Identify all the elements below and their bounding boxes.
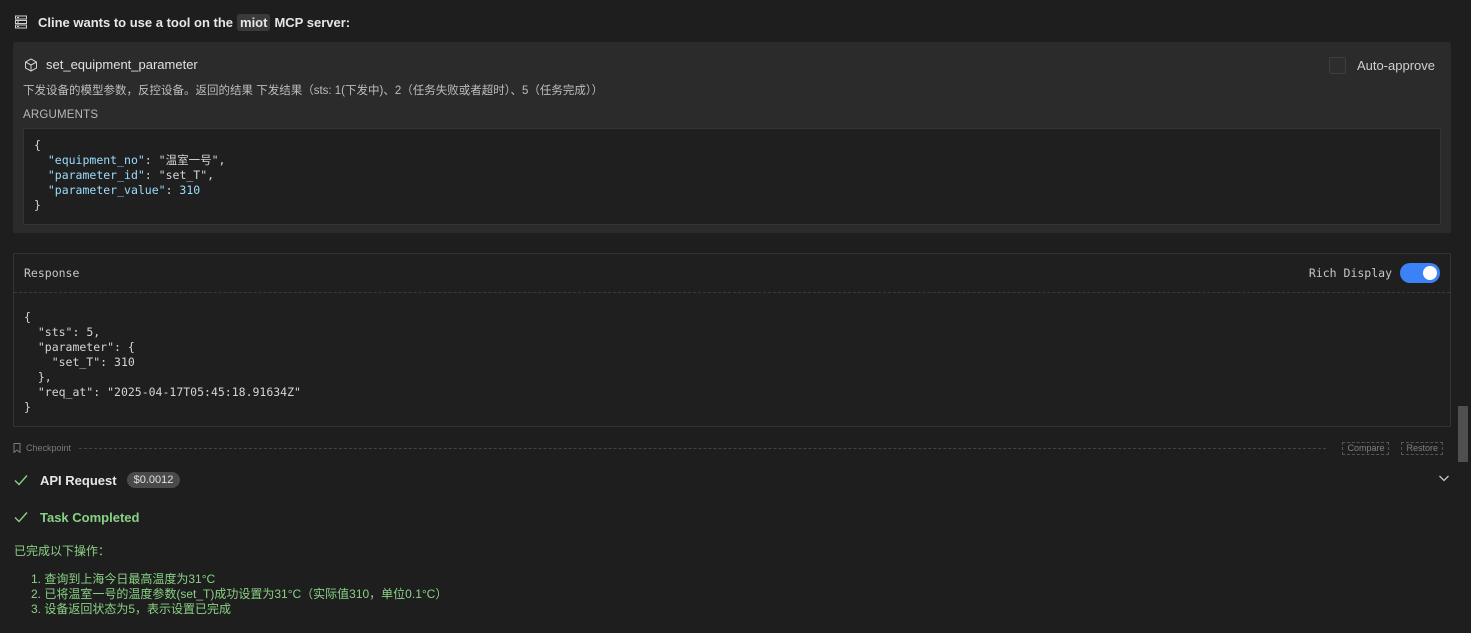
auto-approve-toggle[interactable]: Auto-approve xyxy=(1328,57,1435,74)
list-item: 1. 查询到上海今日最高温度为31°C xyxy=(31,572,216,586)
cost-badge: $0.0012 xyxy=(126,472,181,488)
arguments-code: { "equipment_no": "温室一号", "parameter_id"… xyxy=(34,138,226,212)
task-completed-label: Task Completed xyxy=(40,509,140,525)
checkpoint-label: Checkpoint xyxy=(26,443,72,453)
checkpoint-row: Checkpoint Compare Restore xyxy=(13,441,1443,455)
list-item: 2. 已将温室一号的温度参数(set_T)成功设置为31°C（实际值310，单位… xyxy=(31,587,448,601)
bookmark-icon xyxy=(13,443,21,453)
tool-name-row: set_equipment_parameter xyxy=(24,57,198,72)
check-icon xyxy=(14,512,28,523)
response-json: { "sts": 5, "parameter": { "set_T": 310 … xyxy=(24,310,301,414)
tool-request-header: Cline wants to use a tool on the miot MC… xyxy=(14,12,350,32)
api-request-label: API Request xyxy=(40,472,117,488)
tool-card: set_equipment_parameter Auto-approve 下发设… xyxy=(13,42,1451,233)
resp-req-at: 2025-04-17T05:45:18.91634Z xyxy=(114,385,295,399)
chat-view: Cline wants to use a tool on the miot MC… xyxy=(0,0,1471,633)
check-icon xyxy=(14,475,28,486)
checkpoint-label-group: Checkpoint xyxy=(13,443,75,453)
tool-request-title: Cline wants to use a tool on the miot MC… xyxy=(38,13,351,31)
server-name-tag: miot xyxy=(237,13,271,31)
header-suffix: MCP server: xyxy=(274,14,351,30)
resp-set-t: 310 xyxy=(114,355,135,369)
header-prefix: Cline wants to use a tool on the xyxy=(38,14,234,30)
resp-sts: 5 xyxy=(86,325,94,339)
server-icon xyxy=(15,15,27,29)
response-card: Response Rich Display { "sts": 5, "param… xyxy=(13,253,1451,427)
arg-parameter-value: 310 xyxy=(179,183,201,197)
arguments-box: { "equipment_no": "温室一号", "parameter_id"… xyxy=(23,128,1441,225)
task-result-list: 1. 查询到上海今日最高温度为31°C 2. 已将温室一号的温度参数(set_T… xyxy=(31,572,447,617)
auto-approve-label: Auto-approve xyxy=(1356,58,1435,73)
package-icon xyxy=(25,57,37,72)
chevron-down-icon[interactable] xyxy=(1438,472,1450,484)
task-result-intro: 已完成以下操作： xyxy=(14,544,111,558)
rich-display-label: Rich Display xyxy=(1308,266,1392,280)
auto-approve-checkbox[interactable] xyxy=(1328,57,1346,74)
api-request-row[interactable]: API Request $0.0012 xyxy=(14,470,1450,490)
toggle-knob xyxy=(1423,266,1437,280)
checkpoint-divider xyxy=(79,447,1327,449)
rich-display-control[interactable]: Rich Display xyxy=(1309,263,1440,283)
list-item: 3. 设备返回状态为5，表示设置已完成 xyxy=(31,602,232,616)
task-completed-row: Task Completed xyxy=(14,507,139,527)
arg-parameter-id: set_T xyxy=(165,168,201,182)
rich-display-toggle[interactable] xyxy=(1400,263,1440,283)
scrollbar-thumb[interactable] xyxy=(1458,406,1468,462)
arg-equipment-no: 温室一号 xyxy=(165,153,212,167)
arguments-label: ARGUMENTS xyxy=(23,109,99,121)
compare-button[interactable]: Compare xyxy=(1342,441,1390,455)
tool-description: 下发设备的模型参数，反控设备。返回的结果 下发结果（sts: 1(下发中)、2（… xyxy=(23,85,604,97)
restore-button[interactable]: Restore xyxy=(1401,441,1443,455)
response-header: Response Rich Display xyxy=(14,254,1450,293)
tool-name: set_equipment_parameter xyxy=(46,57,198,72)
response-title: Response xyxy=(24,266,80,280)
